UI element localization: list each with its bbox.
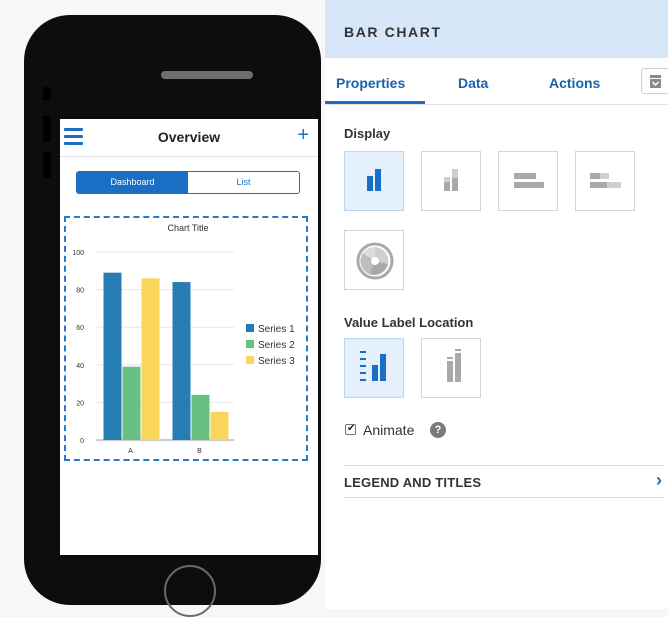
legend-entry: Series 2 [258,340,295,351]
help-question-icon[interactable]: ? [430,422,446,438]
more-tabs-icon[interactable] [641,68,668,94]
bar [210,411,229,440]
phone-screen: Overview + Dashboard List Chart Title 0 20… [60,119,318,555]
phone-frame: Overview + Dashboard List Chart Title 0 20… [24,15,321,617]
phone-volume-up [43,116,51,142]
display-horizontal-stacked-bar-option[interactable] [575,151,635,211]
phone-speaker [161,71,253,79]
value-label-inside-option[interactable] [421,338,481,398]
chart-container[interactable]: Chart Title 0 20 40 60 80 100 A B Series 1 Series … [64,216,308,461]
x-tick-label: B [197,448,202,455]
y-tick-label: 80 [76,288,84,295]
inside-labels-icon [447,349,461,382]
phone-home-button [164,565,216,617]
y-tick-label: 40 [76,363,84,370]
legend-swatch [246,340,254,348]
polar-bar-icon [356,242,394,280]
stacked-bar-icon [444,169,458,191]
segment-dashboard[interactable]: Dashboard [77,172,188,193]
y-tick-label: 100 [72,250,84,257]
outside-labels-icon [360,351,386,381]
display-vertical-bar-option[interactable] [344,151,404,211]
tab-actions[interactable]: Actions [549,75,600,91]
display-horizontal-bar-option[interactable] [498,151,558,211]
value-label-outside-option[interactable] [344,338,404,398]
legend-swatch [246,324,254,332]
view-segmented-control: Dashboard List [76,171,300,194]
vertical-bar-icon [367,169,381,191]
chart-title: Chart Title [167,223,208,233]
legend-entry: Series 3 [258,356,295,367]
bar [122,366,141,440]
phone-volume-down [43,152,51,178]
phone-mute-switch [43,87,51,100]
bar [191,394,210,440]
legend-and-titles-label: LEGEND AND TITLES [344,475,482,490]
section-divider-bottom [344,497,664,498]
properties-panel: BAR CHART Properties Data Actions Displa… [325,0,668,609]
add-plus-icon[interactable]: + [297,124,309,146]
y-tick-label: 60 [76,325,84,332]
display-polar-bar-option[interactable] [344,230,404,290]
app-title: Overview [157,129,221,145]
panel-title: BAR CHART [344,24,442,40]
chevron-right-icon: › [656,470,662,490]
y-tick-label: 0 [80,438,84,445]
tab-data[interactable]: Data [458,75,488,91]
animate-label: Animate [363,422,415,438]
segment-list[interactable]: List [188,172,299,193]
legend-swatch [246,356,254,364]
legend-entry: Series 1 [258,324,295,335]
bar [172,282,191,440]
panel-tabs: Properties Data Actions [325,58,668,105]
app-header: Overview + [60,119,318,157]
y-tick-label: 20 [76,400,84,407]
bar [103,272,122,440]
bar-chart-svg: Chart Title 0 20 40 60 80 100 A B Series 1 Series … [72,223,295,455]
tab-properties[interactable]: Properties [336,75,405,91]
display-stacked-bar-option[interactable] [421,151,481,211]
panel-header: BAR CHART [325,0,668,58]
active-tab-indicator [325,101,425,104]
bar [141,278,160,440]
display-label: Display [344,126,391,141]
x-tick-label: A [128,448,133,455]
horizontal-stacked-bar-icon [590,173,621,188]
legend-and-titles-section[interactable]: LEGEND AND TITLES › [344,466,664,497]
value-label-location-label: Value Label Location [344,315,474,330]
animate-checkbox[interactable]: ✔ [345,423,356,435]
horizontal-bar-icon [514,173,544,188]
